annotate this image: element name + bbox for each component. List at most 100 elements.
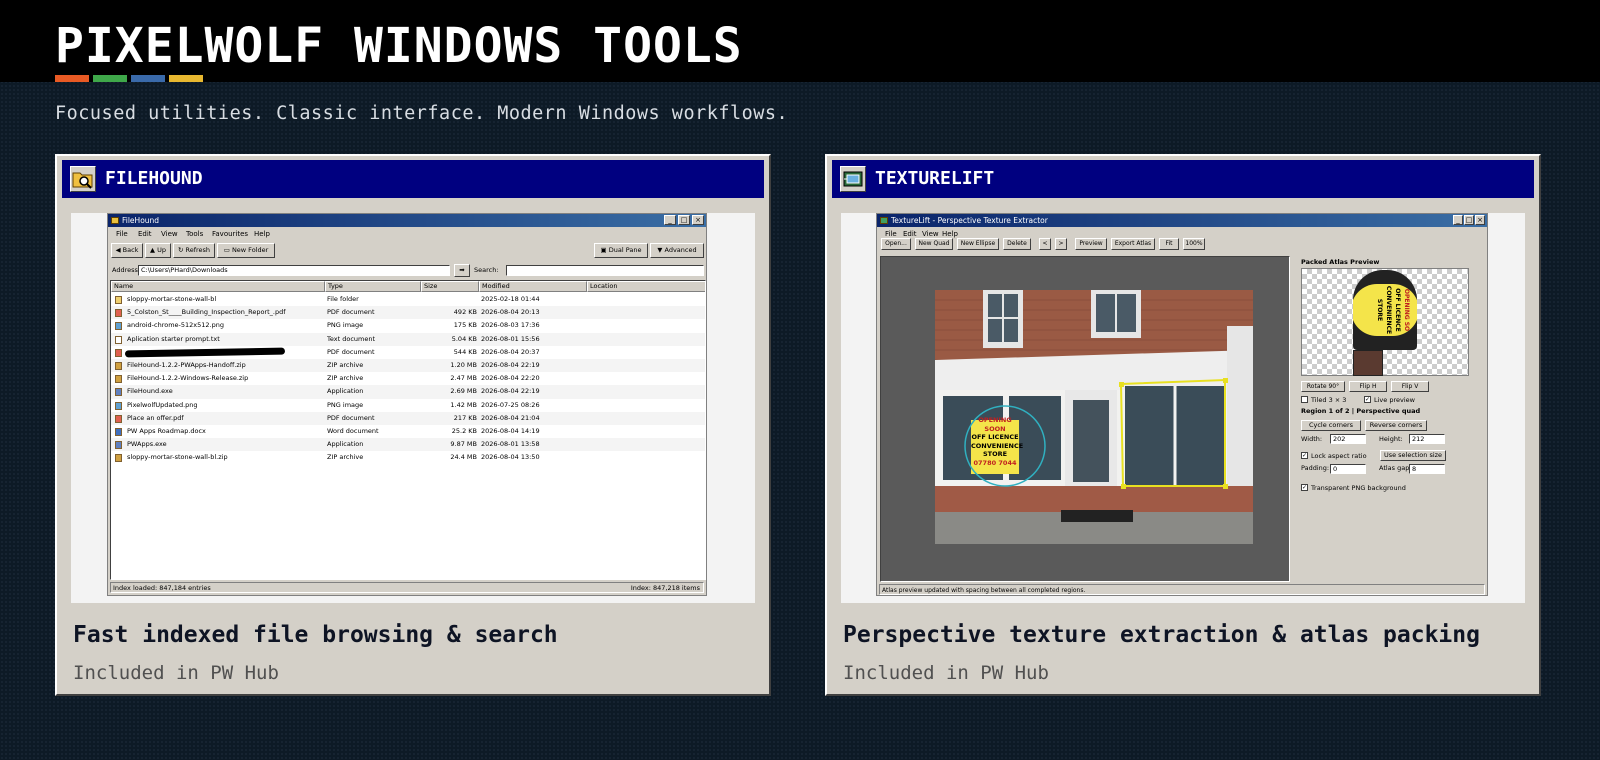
address-label: Address:: [112, 266, 141, 274]
file-rows: sloppy-mortar-stone-wall-bl File folder 20…: [111, 293, 705, 579]
menu-help[interactable]: Help: [254, 230, 270, 238]
toolbar-button[interactable]: Open...: [881, 238, 911, 250]
menu-tools[interactable]: Tools: [186, 230, 203, 238]
table-row[interactable]: sloppy-mortar-stone-wall-bl.zip ZIP archi…: [111, 451, 705, 464]
column-header-modified[interactable]: Modified: [479, 281, 587, 292]
app-icon: [111, 217, 119, 224]
refresh-button[interactable]: ↻ Refresh: [173, 243, 215, 258]
accent-bar-orange: [55, 75, 89, 82]
column-header-name[interactable]: Name: [111, 281, 325, 292]
tiled-checkbox[interactable]: [1301, 396, 1308, 403]
menu-file[interactable]: File: [116, 230, 128, 238]
new-folder-button[interactable]: ▭ New Folder: [217, 243, 275, 258]
width-field[interactable]: 202: [1330, 434, 1366, 444]
cell-modified: 2026-08-04 20:13: [481, 308, 540, 317]
cell-name: PWApps.exe: [127, 440, 167, 449]
toolbar-button[interactable]: >: [1055, 238, 1067, 250]
table-row[interactable]: PDF document 544 KB 2026-08-04 20:37: [111, 346, 705, 359]
table-row[interactable]: FileHound.exe Application 2.69 MB 2026-08-0…: [111, 385, 705, 399]
live-preview-checkbox[interactable]: ✓: [1364, 396, 1371, 403]
minimize-icon[interactable]: _: [1453, 215, 1463, 225]
cell-name: PW Apps Roadmap.docx: [127, 427, 206, 435]
maximize-icon[interactable]: □: [1464, 215, 1474, 225]
image-canvas[interactable]: OPENING SOON OFF LICENCE CONVENIENCE STO…: [880, 256, 1290, 582]
toolbar-button[interactable]: Export Atlas: [1111, 238, 1155, 250]
filehound-window: FileHound _ □ × File Edit View Tools Fav…: [107, 213, 707, 596]
table-row[interactable]: sloppy-mortar-stone-wall-bl File folder 20…: [111, 293, 705, 306]
height-label: Height:: [1379, 435, 1403, 443]
address-field[interactable]: C:\Users\PHard\Downloads: [138, 265, 450, 276]
toolbar-button[interactable]: 100%: [1183, 238, 1205, 250]
go-button[interactable]: ➡: [454, 264, 470, 277]
product-name: TEXTURELIFT: [875, 168, 995, 189]
maximize-icon[interactable]: □: [678, 215, 690, 225]
cell-modified: 2026-08-01 13:58: [481, 440, 540, 449]
table-row[interactable]: PW Apps Roadmap.docx Word document 25.2 KB…: [111, 425, 705, 438]
atlas-gap-field[interactable]: 8: [1409, 464, 1445, 474]
toolbar-button[interactable]: Preview: [1075, 238, 1107, 250]
back-button[interactable]: ◀ Back: [111, 243, 143, 258]
toolbar-button[interactable]: Delete: [1003, 238, 1031, 250]
live-preview-label: Live preview: [1374, 396, 1415, 404]
advanced-button[interactable]: ▼ Advanced: [650, 243, 704, 258]
height-field[interactable]: 212: [1409, 434, 1445, 444]
cell-size: 9.87 MB: [450, 440, 477, 449]
menu-edit[interactable]: Edit: [903, 230, 917, 238]
padding-field[interactable]: 0: [1330, 464, 1366, 474]
search-input[interactable]: [506, 265, 704, 276]
minimize-icon[interactable]: _: [664, 215, 676, 225]
menu-edit[interactable]: Edit: [138, 230, 152, 238]
column-header-size[interactable]: Size: [421, 281, 479, 292]
close-icon[interactable]: ×: [692, 215, 704, 225]
cell-modified: 2026-08-04 22:20: [481, 374, 540, 383]
menu-favourites[interactable]: Favourites: [212, 230, 248, 238]
use-selection-size-button[interactable]: Use selection size: [1380, 450, 1446, 461]
file-icon: [115, 362, 122, 370]
cycle-corners-button[interactable]: Cycle corners: [1301, 420, 1361, 431]
product-screenshot: TextureLift - Perspective Texture Extrac…: [841, 213, 1525, 603]
close-icon[interactable]: ×: [1475, 215, 1485, 225]
reverse-corners-button[interactable]: Reverse corners: [1365, 420, 1427, 431]
transform-button[interactable]: Flip H: [1349, 381, 1387, 392]
toolbar-button[interactable]: <: [1039, 238, 1051, 250]
dual-pane-button[interactable]: ▣ Dual Pane: [594, 243, 648, 258]
cell-type: Application: [327, 440, 364, 449]
file-list[interactable]: Name Type Size Modified Location sloppy-…: [110, 280, 706, 580]
table-row[interactable]: FileHound-1.2.2-PWApps-Handoff.zip ZIP ar…: [111, 359, 705, 373]
cell-size: 5.04 KB: [451, 334, 477, 343]
panel-title: Packed Atlas Preview: [1301, 258, 1380, 266]
card-header: FILEHOUND: [62, 160, 764, 198]
table-row[interactable]: PixelwolfUpdated.png PNG image 1.42 MB 2026…: [111, 399, 705, 412]
cell-type: Word document: [327, 427, 379, 435]
file-icon: [115, 454, 122, 463]
table-row[interactable]: android-chrome-512x512.png PNG image 175 K…: [111, 319, 705, 332]
table-row[interactable]: FileHound-1.2.2-Windows-Release.zip ZIP a…: [111, 372, 705, 385]
toolbar-button[interactable]: New Quad: [915, 238, 953, 250]
cell-size: 217 KB: [453, 413, 477, 422]
transform-button[interactable]: Flip V: [1391, 381, 1429, 392]
cell-size: 175 KB: [453, 321, 477, 330]
transparent-bg-checkbox[interactable]: ✓: [1301, 484, 1308, 491]
up-button[interactable]: ▲ Up: [145, 243, 171, 258]
toolbar-button[interactable]: New Ellipse: [957, 238, 999, 250]
column-header-type[interactable]: Type: [325, 281, 421, 292]
menu-view[interactable]: View: [161, 230, 178, 238]
cell-name: PixelwolfUpdated.png: [127, 400, 198, 409]
menu-help[interactable]: Help: [942, 230, 958, 238]
table-row[interactable]: 5_Colston_St____Building_Inspection_Repo…: [111, 306, 705, 320]
accent-bar-blue: [131, 75, 165, 82]
column-header-location[interactable]: Location: [587, 281, 705, 292]
transform-button[interactable]: Rotate 90°: [1301, 381, 1345, 392]
table-row[interactable]: PWApps.exe Application 9.87 MB 2026-08-01 1…: [111, 438, 705, 452]
menu-view[interactable]: View: [922, 230, 939, 238]
product-card-filehound[interactable]: FILEHOUND FileHound _ □ × File Edit View…: [55, 154, 771, 696]
menu-file[interactable]: File: [885, 230, 897, 238]
atlas-sign: OPENING SO OFF LICENCE CONVENIENCE STORE: [1353, 284, 1417, 336]
tiled-label: Tiled 3 × 3: [1311, 396, 1347, 404]
table-row[interactable]: Place an offer.pdf PDF document 217 KB 2026…: [111, 411, 705, 425]
table-row[interactable]: Aplication starter prompt.txt Text docume…: [111, 332, 705, 346]
lock-aspect-checkbox[interactable]: ✓: [1301, 452, 1308, 459]
product-card-texturelift[interactable]: TEXTURELIFT TextureLift - Perspective Te…: [825, 154, 1541, 696]
redaction-mark: [124, 347, 286, 358]
toolbar-button[interactable]: Fit: [1159, 238, 1179, 250]
